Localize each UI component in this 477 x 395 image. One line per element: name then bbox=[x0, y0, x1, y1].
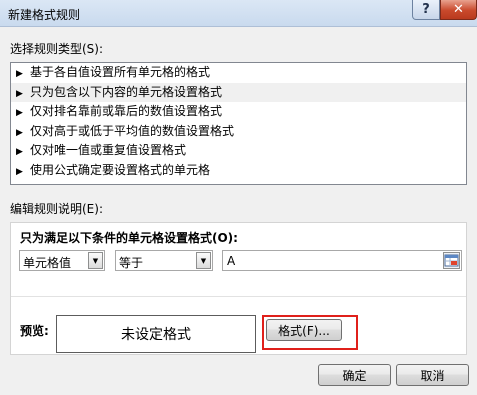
title-bar: 新建格式规则 ? ✕ bbox=[0, 0, 477, 27]
rule-type-item[interactable]: ▶ 仅对高于或低于平均值的数值设置格式 bbox=[11, 122, 466, 142]
operator-select[interactable]: 等于 ▼ bbox=[115, 250, 213, 271]
rule-description-panel: 只为满足以下条件的单元格设置格式(O): 单元格值 ▼ 等于 ▼ A 预览: 未… bbox=[10, 222, 467, 355]
ok-button[interactable]: 确定 bbox=[318, 364, 391, 386]
operator-value: 等于 bbox=[119, 256, 144, 270]
condition-type-value: 单元格值 bbox=[23, 256, 72, 270]
close-button[interactable]: ✕ bbox=[440, 0, 477, 20]
format-button[interactable]: 格式(F)... bbox=[266, 319, 342, 341]
rule-type-item-label: 仅对唯一值或重复值设置格式 bbox=[30, 143, 187, 157]
rule-type-list[interactable]: ▶ 基于各自值设置所有单元格的格式 ▶ 只为包含以下内容的单元格设置格式 ▶ 仅对排名… bbox=[10, 62, 467, 185]
format-preview: 未设定格式 bbox=[56, 315, 256, 353]
rule-type-item-selected[interactable]: ▶ 只为包含以下内容的单元格设置格式 bbox=[11, 82, 466, 102]
rule-description-label: 编辑规则说明(E): bbox=[10, 202, 103, 216]
rule-type-item[interactable]: ▶ 基于各自值设置所有单元格的格式 bbox=[11, 63, 466, 83]
close-icon: ✕ bbox=[453, 2, 464, 17]
preview-label: 预览: bbox=[20, 324, 49, 338]
window-title: 新建格式规则 bbox=[8, 8, 81, 22]
help-icon: ? bbox=[422, 2, 430, 17]
triangle-right-icon: ▶ bbox=[16, 69, 23, 79]
triangle-right-icon: ▶ bbox=[16, 166, 23, 177]
divider bbox=[11, 296, 466, 297]
triangle-right-icon: ▶ bbox=[16, 147, 23, 157]
dialog-body: 选择规则类型(S): ▶ 基于各自值设置所有单元格的格式 ▶ 只为包含以下内容的单元… bbox=[0, 27, 477, 395]
cell-range-picker-button[interactable] bbox=[443, 252, 460, 269]
chevron-down-icon[interactable]: ▼ bbox=[88, 252, 103, 269]
rule-type-item[interactable]: ▶ 使用公式确定要设置格式的单元格 bbox=[11, 161, 466, 181]
rule-type-label: 选择规则类型(S): bbox=[10, 42, 104, 56]
rule-type-item-label: 基于各自值设置所有单元格的格式 bbox=[30, 65, 211, 79]
condition-value-text: A bbox=[227, 254, 236, 268]
rule-type-item-label: 只为包含以下内容的单元格设置格式 bbox=[30, 84, 223, 99]
help-button[interactable]: ? bbox=[412, 0, 440, 20]
chevron-down-icon[interactable]: ▼ bbox=[196, 252, 211, 269]
rule-type-item[interactable]: ▶ 仅对排名靠前或靠后的数值设置格式 bbox=[11, 102, 466, 122]
condition-type-select[interactable]: 单元格值 ▼ bbox=[19, 250, 105, 271]
rule-type-item-label: 仅对高于或低于平均值的数值设置格式 bbox=[30, 123, 235, 138]
range-select-icon bbox=[444, 254, 459, 267]
condition-heading: 只为满足以下条件的单元格设置格式(O): bbox=[20, 231, 238, 245]
condition-value-input[interactable]: A bbox=[222, 250, 462, 271]
cancel-button[interactable]: 取消 bbox=[396, 364, 469, 386]
rule-type-item-label: 使用公式确定要设置格式的单元格 bbox=[30, 162, 211, 177]
triangle-right-icon: ▶ bbox=[16, 108, 23, 118]
rule-type-item[interactable]: ▶ 仅对唯一值或重复值设置格式 bbox=[11, 141, 466, 161]
rule-type-item-label: 仅对排名靠前或靠后的数值设置格式 bbox=[30, 104, 223, 118]
